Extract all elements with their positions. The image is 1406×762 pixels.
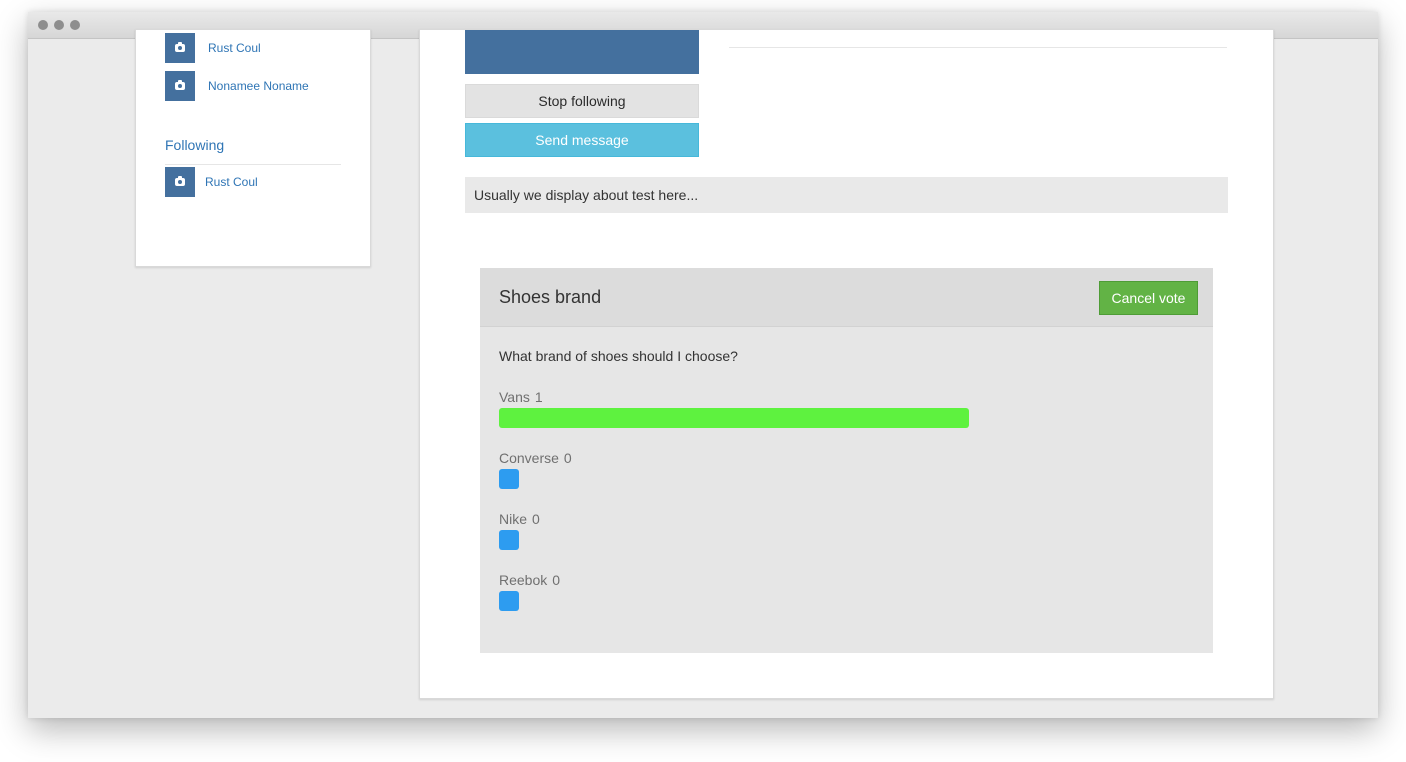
option-result-bar (499, 469, 519, 489)
page-content: Rust Coul Nonamee Noname Following Rust … (28, 29, 1378, 718)
follower-item[interactable]: Nonamee Noname (165, 71, 309, 101)
poll-title: Shoes brand (499, 287, 602, 307)
option-label: Vans (499, 389, 530, 405)
follower-name-link[interactable]: Nonamee Noname (208, 79, 309, 93)
follower-name-link[interactable]: Rust Coul (208, 41, 261, 55)
option-label: Reebok (499, 572, 548, 588)
camera-icon (175, 176, 185, 186)
poll-header: Shoes brand Cancel vote (480, 268, 1213, 327)
poll-option-vans[interactable]: Vans 1 (499, 389, 1189, 439)
poll-option-nike[interactable]: Nike 0 (499, 511, 1189, 561)
window-close-dot[interactable] (38, 20, 48, 30)
option-result-bar (499, 591, 519, 611)
cancel-vote-button[interactable]: Cancel vote (1099, 281, 1198, 315)
connections-card: Rust Coul Nonamee Noname Following Rust … (135, 29, 371, 267)
option-label: Nike (499, 511, 528, 527)
poll-panel: Shoes brand Cancel vote What brand of sh… (480, 268, 1213, 653)
send-message-button[interactable]: Send message (465, 123, 699, 157)
window-minimize-dot[interactable] (54, 20, 64, 30)
browser-window: Rust Coul Nonamee Noname Following Rust … (28, 12, 1378, 718)
option-count: 0 (563, 450, 572, 466)
following-name-link[interactable]: Rust Coul (205, 175, 258, 189)
camera-icon (175, 42, 185, 52)
avatar[interactable] (165, 71, 195, 101)
option-count: 0 (532, 511, 540, 527)
option-count: 0 (552, 572, 561, 588)
window-maximize-dot[interactable] (70, 20, 80, 30)
details-divider (729, 47, 1227, 48)
option-label: Converse (499, 450, 559, 466)
profile-photo (465, 30, 699, 74)
option-result-bar (499, 408, 969, 428)
option-result-bar (499, 530, 519, 550)
poll-option-reebok[interactable]: Reebok 0 (499, 572, 1189, 622)
avatar[interactable] (165, 167, 195, 197)
section-divider (165, 164, 341, 165)
poll-question: What brand of shoes should I choose? (499, 348, 738, 364)
about-text: Usually we display about test here... (465, 177, 1228, 213)
following-item[interactable]: Rust Coul (165, 167, 258, 197)
camera-icon (175, 80, 185, 90)
poll-option-converse[interactable]: Converse 0 (499, 450, 1189, 500)
profile-main-card: Stop following Send message Usually we d… (419, 29, 1274, 699)
option-count: 1 (534, 389, 543, 405)
following-heading: Following (165, 137, 225, 153)
follower-item[interactable]: Rust Coul (165, 33, 261, 63)
avatar[interactable] (165, 33, 195, 63)
stop-following-button[interactable]: Stop following (465, 84, 699, 118)
